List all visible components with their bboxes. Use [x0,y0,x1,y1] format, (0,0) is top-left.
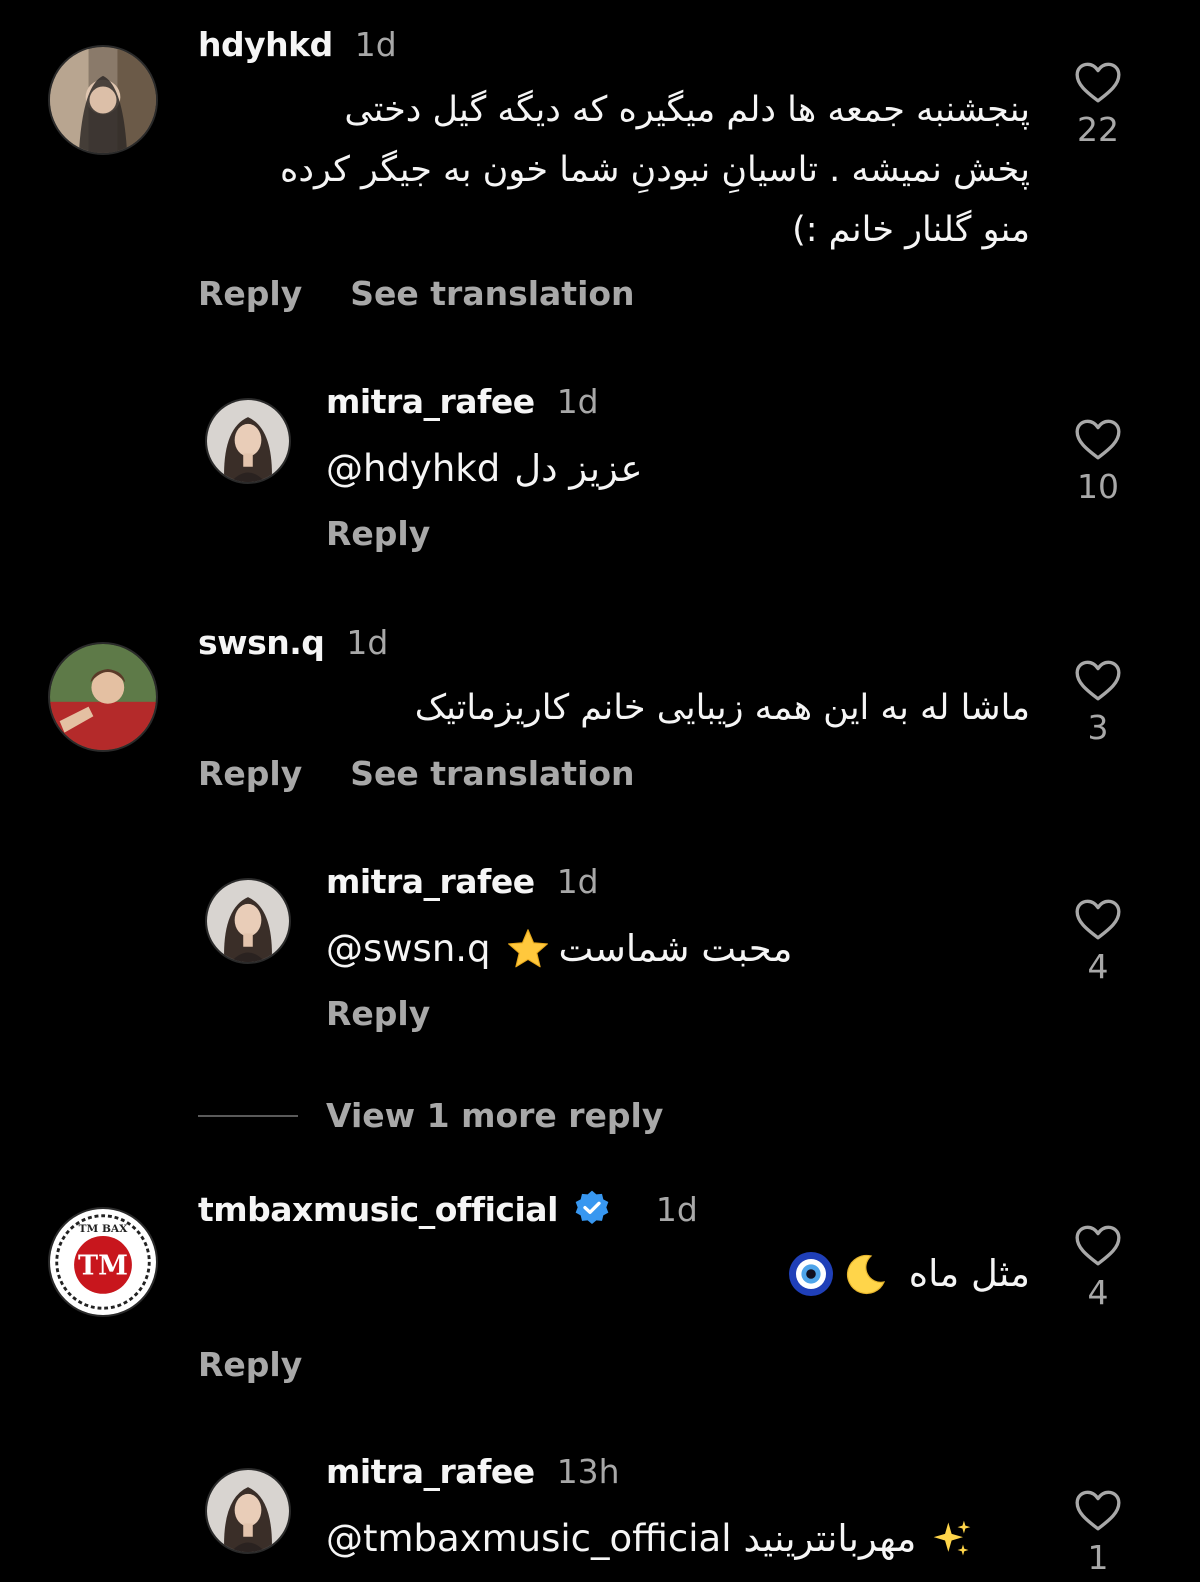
like-control: 4 [1068,895,1128,986]
like-count: 22 [1077,110,1119,149]
see-translation-button[interactable]: See translation [350,754,634,793]
avatar-swsn-q[interactable] [48,642,158,752]
reply-button[interactable]: Reply [198,274,302,313]
svg-text:TM BAX: TM BAX [79,1223,128,1235]
comment-header: mitra_rafee 13h [326,1452,620,1491]
avatar-hdyhkd[interactable] [48,45,158,155]
svg-text:TM: TM [78,1251,128,1282]
heart-icon[interactable] [1073,656,1123,702]
comment-text: @swsn.q محبت شماست [326,924,792,974]
username[interactable]: swsn.q [198,623,325,662]
heart-icon[interactable] [1073,415,1123,461]
view-more-label[interactable]: View 1 more reply [326,1096,663,1135]
comment-header: tmbaxmusic_official 1d [198,1189,698,1229]
comment-actions: Reply See translation [198,274,635,313]
mention-link[interactable]: @hdyhkd [326,444,500,494]
see-translation-button[interactable]: See translation [350,274,634,313]
heart-icon[interactable] [1073,58,1123,104]
like-control: 10 [1068,415,1128,506]
mention-link[interactable]: @tmbaxmusic_official [326,1514,731,1564]
comment-text: پنجشنبه جمعه ها دلم میگیره که دیگه گیل د… [210,80,1030,260]
reply-button[interactable]: Reply [326,994,430,1033]
comment: swsn.q 1d ماشا له به این همه زیبایی خانم… [0,620,1200,820]
view-more-replies[interactable]: View 1 more reply [198,1096,663,1135]
comment-actions: Reply See translation [198,754,635,793]
like-count: 3 [1087,708,1109,747]
like-count: 4 [1087,1273,1109,1312]
reply-button[interactable]: Reply [326,514,430,553]
heart-icon[interactable] [1073,1221,1123,1267]
moon-emoji-icon [846,1254,885,1295]
comment-header: hdyhkd 1d [198,25,397,64]
reply-comment: mitra_rafee 13h @tmbaxmusic_official مهر… [0,1450,1200,1582]
username[interactable]: hdyhkd [198,25,333,64]
comment-body: عزیز دل [514,447,643,490]
comment-text: @hdyhkd عزیز دل [326,444,643,494]
comment-body: مثل ماه [908,1252,1030,1295]
comment-line: ماشا له به این همه زیبایی خانم کاریزماتی… [414,688,1030,728]
like-count: 4 [1087,947,1109,986]
heart-icon[interactable] [1073,895,1123,941]
comment: hdyhkd 1d پنجشنبه جمعه ها دلم میگیره که … [0,0,1200,330]
like-control: 1 [1068,1486,1128,1577]
comment-body: محبت شماست [558,927,793,970]
username[interactable]: mitra_rafee [326,862,535,901]
avatar-mitra-rafee[interactable] [205,398,291,484]
heart-icon[interactable] [1073,1486,1123,1532]
reply-comment: mitra_rafee 1d @hdyhkd عزیز دل Reply 10 [0,380,1200,560]
timestamp: 1d [354,25,397,64]
like-count: 1 [1087,1538,1109,1577]
comment-header: swsn.q 1d [198,623,388,662]
comment: TM TM BAX tmbaxmusic_official 1d مثل ماه… [0,1185,1200,1415]
mention-link[interactable]: @swsn.q [326,924,491,974]
avatar-mitra-rafee[interactable] [205,1468,291,1554]
reply-button[interactable]: Reply [198,754,302,793]
timestamp: 1d [655,1189,698,1229]
timestamp: 1d [556,862,599,901]
username[interactable]: tmbaxmusic_official [198,1190,558,1229]
star-emoji-icon [507,929,548,968]
timestamp: 13h [556,1452,620,1491]
comment-actions: Reply [326,514,430,553]
comment-actions: Reply [326,994,430,1033]
comment-line: پخش نمیشه . تاسیانِ نبودنِ شما خون به جی… [280,150,1030,190]
comment-text: @tmbaxmusic_official مهربانترینید [326,1514,974,1564]
comment-line: پنجشنبه جمعه ها دلم میگیره که دیگه گیل د… [344,90,1030,130]
avatar-tmbaxmusic[interactable]: TM TM BAX [48,1207,158,1317]
sparkles-emoji-icon [933,1520,971,1556]
like-control: 3 [1068,656,1128,747]
comment-actions: Reply [198,1345,302,1384]
timestamp: 1d [556,382,599,421]
reply-button[interactable]: Reply [198,1345,302,1384]
avatar-mitra-rafee[interactable] [205,878,291,964]
comment-body: مهربانترینید [743,1517,917,1560]
nazar-emoji-icon [788,1252,833,1296]
like-control: 22 [1068,58,1128,149]
comment-header: mitra_rafee 1d [326,382,599,421]
reply-comment: mitra_rafee 1d @swsn.q محبت شماست Reply … [0,860,1200,1040]
verified-badge-icon [575,1190,609,1224]
username[interactable]: mitra_rafee [326,382,535,421]
comment-text: ماشا له به این همه زیبایی خانم کاریزماتی… [210,678,1030,738]
comment-line: منو گلنار خانم :) [792,210,1030,250]
username[interactable]: mitra_rafee [326,1452,535,1491]
like-control: 4 [1068,1221,1128,1312]
timestamp: 1d [346,623,389,662]
like-count: 10 [1077,467,1119,506]
comment-text: مثل ماه [787,1249,1030,1299]
divider-line [198,1114,298,1117]
comment-header: mitra_rafee 1d [326,862,599,901]
